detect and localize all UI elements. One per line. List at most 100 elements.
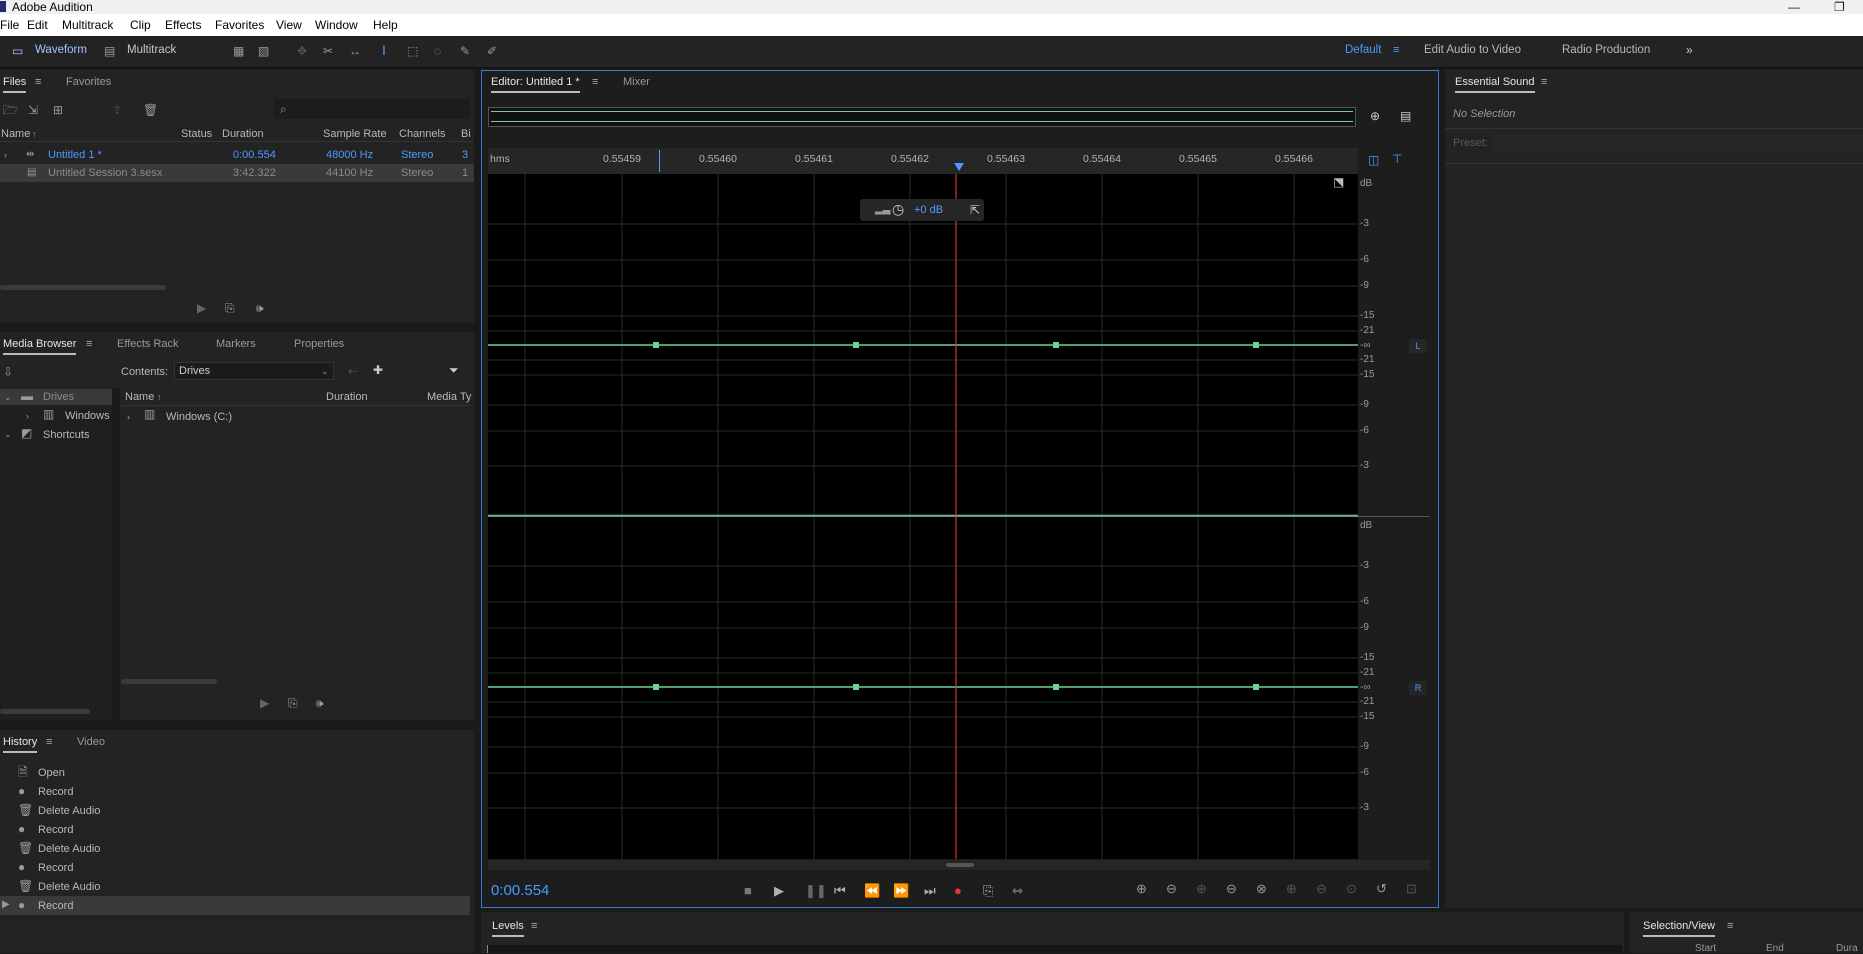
list-item[interactable]: ▶ ● Record — [0, 896, 470, 915]
tree-scrollbar[interactable] — [0, 709, 90, 714]
tab-favorites[interactable]: Favorites — [66, 76, 111, 88]
export-preview-icon[interactable]: ⎘ — [225, 302, 235, 314]
col-name[interactable]: Name — [125, 391, 154, 403]
time-selection-tool-icon[interactable]: I — [382, 43, 386, 57]
list-item[interactable]: 🗑 Delete Audio — [0, 877, 470, 896]
channel-left-toggle[interactable]: L — [1409, 339, 1427, 353]
minimize-icon[interactable]: — — [1788, 0, 1800, 14]
record-button-icon[interactable]: ● — [954, 883, 962, 898]
spectral-display-icon[interactable]: ▦ — [233, 45, 244, 57]
media-scrollbar[interactable] — [121, 679, 217, 684]
tab-video[interactable]: Video — [77, 736, 105, 748]
media-panel-menu-icon[interactable]: ≡ — [86, 338, 92, 350]
zoom-out-amplitude-icon[interactable]: ⊖ — [1166, 881, 1177, 897]
menu-favorites[interactable]: Favorites — [215, 18, 264, 32]
menu-help[interactable]: Help — [373, 18, 398, 32]
export-preview-icon[interactable]: ⎘ — [288, 697, 298, 709]
delete-file-icon[interactable]: 🗑 — [143, 104, 158, 116]
zoom-fit-icon[interactable]: ⊡ — [1406, 881, 1417, 897]
gain-hud[interactable]: ▂▃ ◷ +0 dB ⇱ — [860, 199, 984, 221]
insert-into-multitrack-icon[interactable]: ⇪ — [112, 104, 122, 116]
col-bits[interactable]: Bi — [461, 128, 471, 140]
zoom-selection-icon[interactable]: ⊙ — [1346, 881, 1357, 897]
expand-icon[interactable]: › — [26, 410, 29, 422]
col-name[interactable]: Name — [1, 128, 30, 140]
tab-editor[interactable]: Editor: Untitled 1 * — [491, 76, 580, 93]
marker-pin-icon[interactable]: ⊤ — [1392, 153, 1402, 165]
zoom-corner-icon[interactable]: ⬔ — [1333, 176, 1344, 188]
col-duration[interactable]: Duration — [222, 128, 264, 140]
filter-icon[interactable]: ⏷ — [449, 364, 459, 376]
play-preview-icon[interactable]: ▶ — [260, 697, 269, 709]
list-item[interactable]: 🗎 Open — [0, 763, 470, 782]
list-item[interactable]: 🗑 Delete Audio — [0, 801, 470, 820]
menu-multitrack[interactable]: Multitrack — [62, 18, 113, 32]
zoom-reset-icon[interactable]: ↺ — [1376, 881, 1387, 897]
zoom-in-point-icon[interactable]: ⊕ — [1286, 881, 1297, 897]
tab-mixer[interactable]: Mixer — [623, 76, 650, 88]
loop-playback-icon[interactable]: ⎘ — [983, 883, 993, 899]
workspace-edit-audio-video[interactable]: Edit Audio to Video — [1424, 44, 1521, 56]
list-item[interactable]: ● Record — [0, 782, 470, 801]
col-duration[interactable]: Duration — [326, 391, 368, 403]
lasso-tool-icon[interactable]: ◌ — [434, 45, 441, 57]
playhead-handle[interactable] — [954, 163, 964, 171]
open-file-icon[interactable]: 🗁 — [3, 104, 18, 116]
files-search-input[interactable]: ⌕ — [274, 99, 470, 119]
expand-icon[interactable]: › — [127, 411, 130, 423]
play-icon[interactable]: ▶ — [774, 883, 784, 899]
col-channels[interactable]: Channels — [399, 128, 445, 140]
workspace-radio-production[interactable]: Radio Production — [1562, 44, 1650, 56]
fast-forward-icon[interactable]: ⏩ — [893, 883, 909, 899]
tab-effects-rack[interactable]: Effects Rack — [117, 338, 179, 350]
col-media-type[interactable]: Media Ty — [427, 391, 471, 403]
essential-panel-menu-icon[interactable]: ≡ — [1541, 76, 1547, 88]
tab-history[interactable]: History — [3, 736, 38, 753]
table-row[interactable]: › ⇹ Untitled 1 * 0:00.554 48000 Hz Stere… — [0, 146, 474, 164]
list-item[interactable]: ● Record — [0, 858, 470, 877]
display-options-icon[interactable]: ▤ — [1400, 110, 1411, 122]
tree-splitter[interactable] — [112, 388, 120, 720]
razor-tool-icon[interactable]: ✂ — [323, 45, 333, 57]
contents-dropdown[interactable]: Drives ⌄ — [174, 362, 334, 380]
tree-item-drives[interactable]: ⌄ ▬ Drives — [0, 389, 112, 405]
current-time-display[interactable]: 0:00.554 — [491, 882, 549, 899]
menu-effects[interactable]: Effects — [165, 18, 201, 32]
tab-levels[interactable]: Levels — [492, 920, 524, 937]
horizontal-scrollbar[interactable] — [488, 860, 1430, 870]
list-item[interactable]: 🗑 Delete Audio — [0, 839, 470, 858]
col-sample-rate[interactable]: Sample Rate — [323, 128, 387, 140]
files-scrollbar[interactable] — [0, 285, 166, 290]
menu-view[interactable]: View — [276, 18, 302, 32]
new-file-icon[interactable]: ⊞ — [53, 104, 63, 116]
list-item[interactable]: Windows (C:) — [166, 411, 232, 423]
zoom-out-point-icon[interactable]: ⊖ — [1316, 881, 1327, 897]
snap-icon[interactable]: ◫ — [1368, 154, 1379, 166]
history-panel-menu-icon[interactable]: ≡ — [46, 736, 52, 748]
play-preview-icon[interactable]: ▶ — [197, 302, 206, 314]
menu-file[interactable]: File — [0, 18, 19, 32]
menu-edit[interactable]: Edit — [27, 18, 48, 32]
more-workspaces-icon[interactable]: » — [1686, 44, 1693, 56]
zoom-in-time-icon[interactable]: ⊕ — [1196, 881, 1207, 897]
zoom-out-time-icon[interactable]: ⊖ — [1226, 881, 1237, 897]
waveform-button[interactable]: Waveform — [35, 44, 87, 56]
skip-to-end-icon[interactable]: ⏭ — [924, 883, 936, 899]
table-row[interactable]: ▤ Untitled Session 3.sesx 3:42.322 44100… — [0, 164, 474, 182]
skip-selection-icon[interactable]: ⇿ — [1012, 883, 1023, 899]
collapse-icon[interactable]: ⌄ — [4, 391, 12, 403]
import-file-icon[interactable]: ⇲ — [28, 104, 38, 116]
autoplay-volume-icon[interactable]: 🕪 — [316, 697, 324, 709]
tab-essential-sound[interactable]: Essential Sound — [1455, 76, 1535, 93]
autoplay-volume-icon[interactable]: 🕪 — [256, 302, 264, 314]
move-tool-icon[interactable]: ✥ — [297, 45, 307, 57]
zoom-out-full-icon[interactable]: ⊗ — [1256, 881, 1267, 897]
tree-item-windows[interactable]: Windows — [65, 410, 110, 422]
gain-knob-icon[interactable]: ◷ — [892, 202, 904, 216]
workspace-menu-icon[interactable]: ≡ — [1393, 44, 1399, 56]
waveform-display[interactable] — [488, 174, 1358, 859]
tab-properties[interactable]: Properties — [294, 338, 344, 350]
selview-panel-menu-icon[interactable]: ≡ — [1727, 920, 1733, 932]
brush-tool-icon[interactable]: ✎ — [460, 45, 470, 57]
spot-heal-tool-icon[interactable]: ✐ — [487, 45, 497, 57]
